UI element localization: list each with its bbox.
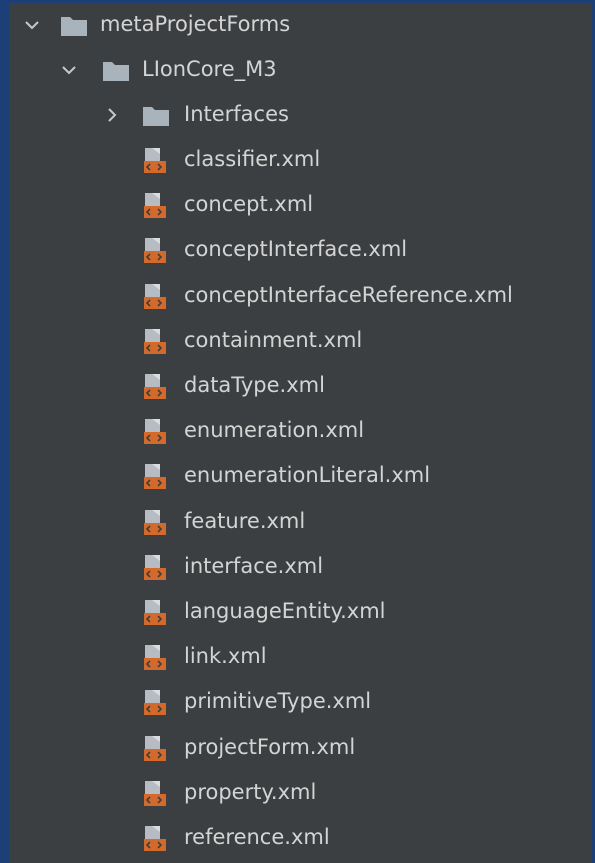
xml-file-icon	[144, 464, 166, 490]
tree-file-item[interactable]: conceptInterface.xml	[9, 228, 592, 273]
xml-file-icon	[144, 600, 166, 625]
tree-file-item[interactable]: enumerationLiteral.xml	[9, 454, 592, 499]
file-name-label: link.xml	[184, 644, 267, 669]
folder-icon	[61, 17, 87, 36]
tree-node-label: Interfaces	[184, 102, 289, 126]
tree-file-item[interactable]: reference.xml	[9, 816, 592, 861]
chevron-right-icon[interactable]	[103, 106, 121, 124]
tree-file-item[interactable]: concept.xml	[9, 183, 592, 228]
file-name-label: enumeration.xml	[184, 418, 365, 443]
file-name-label: property.xml	[184, 779, 317, 804]
file-name-label: dataType.xml	[184, 373, 325, 397]
tree-node-interfaces[interactable]: Interfaces	[9, 93, 592, 138]
tree-file-item[interactable]: link.xml	[9, 635, 592, 680]
tree-node-metaprojectforms[interactable]: metaProjectForms	[9, 3, 592, 48]
xml-file-icon	[144, 735, 166, 761]
xml-file-icon	[144, 645, 166, 671]
xml-file-icon	[144, 148, 166, 173]
xml-file-icon	[144, 826, 166, 851]
tree-file-item[interactable]: projectForm.xml	[9, 726, 592, 771]
file-name-label: interface.xml	[184, 553, 324, 578]
xml-file-icon	[144, 374, 166, 399]
file-name-label: containment.xml	[184, 327, 363, 352]
xml-file-icon	[144, 554, 166, 580]
xml-file-icon	[144, 419, 166, 445]
xml-file-icon	[144, 509, 166, 535]
project-tree-panel: metaProjectForms LIonCore_M3 Interfaces …	[9, 3, 592, 863]
file-name-label: conceptInterface.xml	[184, 237, 408, 262]
xml-file-icon	[144, 283, 166, 309]
tree-file-item[interactable]: classifier.xml	[9, 138, 592, 183]
tree-file-item[interactable]: primitiveType.xml	[9, 680, 592, 725]
file-name-label: classifier.xml	[184, 147, 321, 171]
xml-file-icon	[144, 238, 166, 264]
folder-icon	[143, 107, 169, 126]
tree-file-item[interactable]: conceptInterfaceReference.xml	[9, 274, 592, 319]
file-name-label: languageEntity.xml	[184, 599, 386, 623]
file-name-label: concept.xml	[184, 192, 314, 217]
file-name-label: primitiveType.xml	[184, 689, 372, 714]
file-name-label: feature.xml	[184, 508, 306, 533]
file-name-label: enumerationLiteral.xml	[184, 463, 431, 488]
xml-file-icon	[144, 690, 166, 716]
tree-file-item[interactable]: interface.xml	[9, 545, 592, 590]
xml-file-icon	[144, 193, 166, 219]
file-name-label: reference.xml	[184, 825, 330, 849]
tree-file-item[interactable]: dataType.xml	[9, 364, 592, 409]
tree-node-lioncore-m3[interactable]: LIonCore_M3	[9, 48, 592, 93]
chevron-down-icon[interactable]	[23, 16, 41, 34]
tree-file-item[interactable]: property.xml	[9, 771, 592, 816]
file-name-label: conceptInterfaceReference.xml	[184, 282, 513, 307]
tree-file-item[interactable]: feature.xml	[9, 500, 592, 545]
folder-icon	[103, 62, 129, 81]
tree-file-item[interactable]: enumeration.xml	[9, 409, 592, 454]
file-name-label: projectForm.xml	[184, 734, 356, 759]
xml-file-icon	[144, 780, 166, 806]
tree-file-item[interactable]: containment.xml	[9, 319, 592, 364]
xml-file-icon	[144, 328, 166, 354]
tree-file-item[interactable]: languageEntity.xml	[9, 590, 592, 635]
chevron-down-icon[interactable]	[60, 61, 78, 79]
tree-node-label: LIonCore_M3	[142, 57, 277, 81]
tree-node-label: metaProjectForms	[100, 12, 291, 36]
